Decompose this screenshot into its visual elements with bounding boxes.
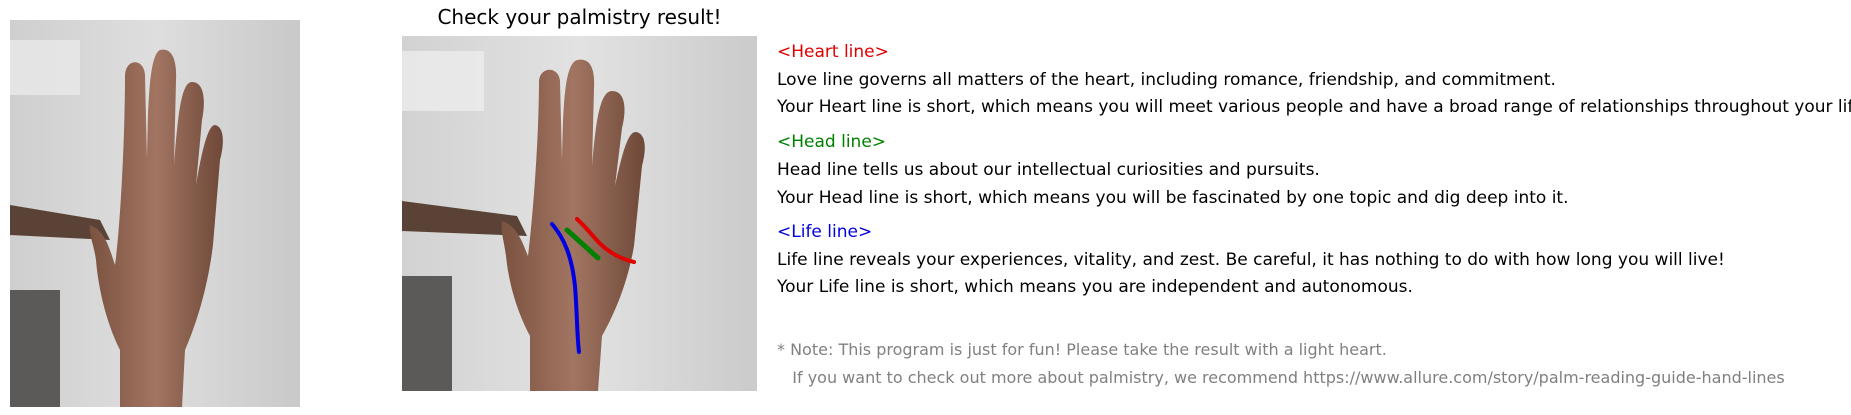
heart-line-header: <Heart line> [777,42,889,62]
hand-photo-original [10,20,300,407]
hand-photo-with-lines [402,36,757,391]
note-disclaimer: * Note: This program is just for fun! Pl… [777,340,1387,359]
heart-line-result: Your Heart line is short, which means yo… [777,97,1851,117]
life-line-result: Your Life line is short, which means you… [777,277,1413,297]
head-line-result: Your Head line is short, which means you… [777,188,1569,208]
head-line-header: <Head line> [777,132,887,152]
note-reference-link: If you want to check out more about palm… [777,368,1785,387]
head-line-description: Head line tells us about our intellectua… [777,160,1320,180]
heart-line-description: Love line governs all matters of the hea… [777,70,1556,90]
page-title: Check your palmistry result! [437,5,722,29]
life-line-header: <Life line> [777,222,873,242]
life-line-description: Life line reveals your experiences, vita… [777,250,1725,270]
